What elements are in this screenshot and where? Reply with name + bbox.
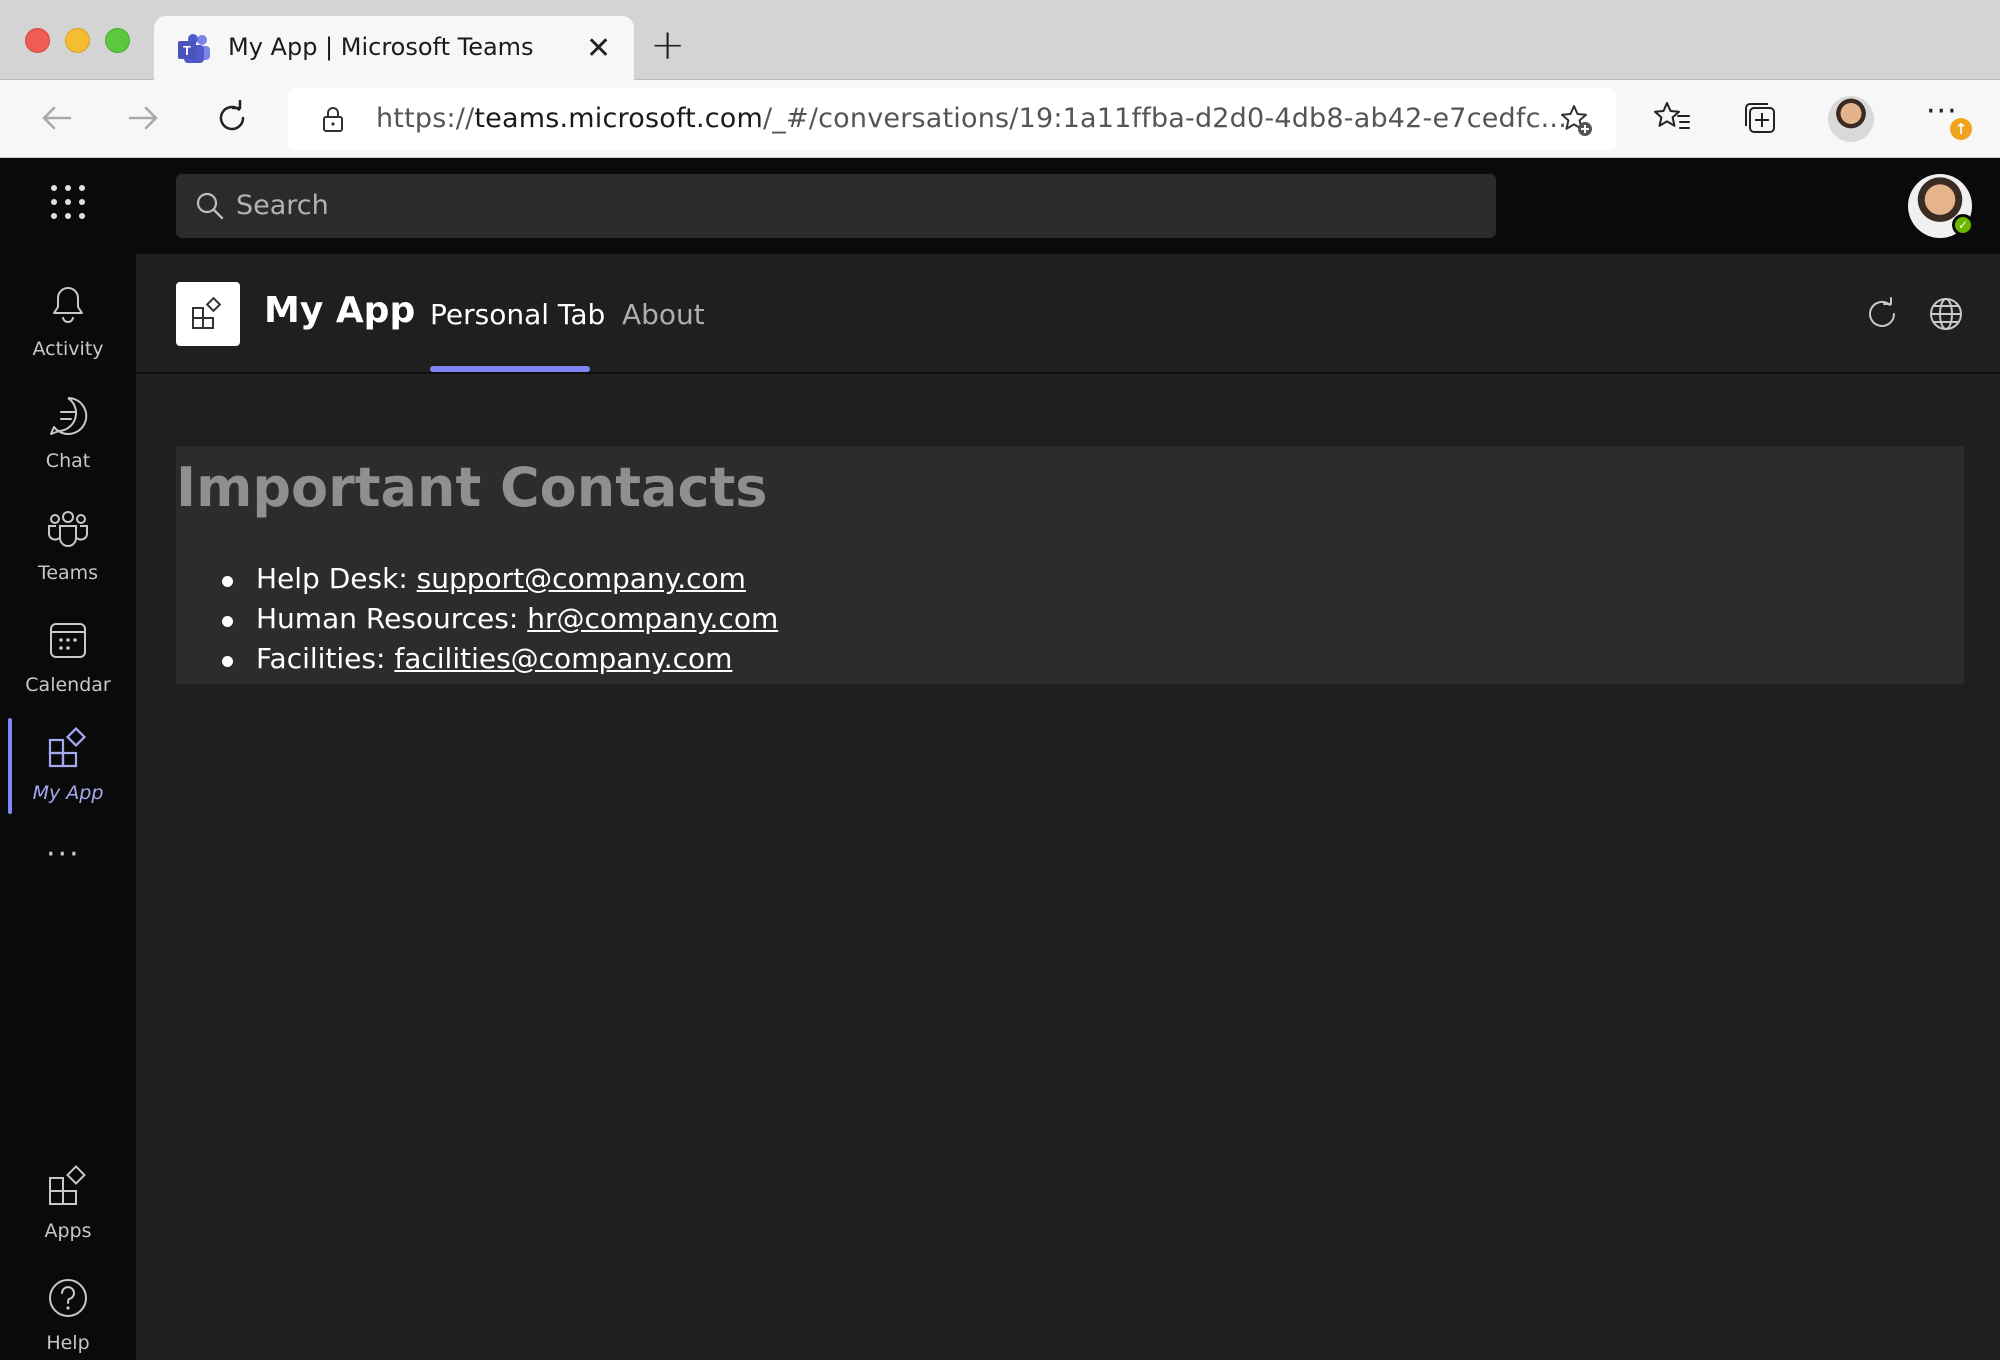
contact-email-link[interactable]: hr@company.com (527, 602, 778, 635)
rail-label-teams: Teams (37, 562, 99, 584)
rail-item-apps[interactable]: Apps (0, 1156, 136, 1256)
refresh-icon[interactable] (1864, 296, 1900, 332)
add-favorite-icon[interactable] (1558, 102, 1594, 138)
tab-about[interactable]: About (622, 298, 705, 331)
rail-label-activity: Activity (32, 338, 104, 360)
search-input[interactable]: Search (176, 174, 1496, 238)
search-icon (196, 192, 224, 220)
rail-label-my-app: My App (32, 782, 104, 804)
contact-email-link[interactable]: support@company.com (417, 562, 746, 595)
browser-tab-bar: T My App | Microsoft Teams ✕ + (0, 0, 2000, 82)
apps-icon (49, 1165, 86, 1205)
rail-label-help: Help (46, 1332, 90, 1354)
rail-label-apps: Apps (44, 1220, 92, 1242)
window-maximize-button[interactable] (105, 28, 130, 53)
app-logo-icon (192, 296, 222, 329)
presence-available-icon: ✓ (1952, 214, 1974, 236)
browser-profile-avatar[interactable] (1828, 96, 1874, 142)
rail-label-chat: Chat (45, 450, 91, 472)
rail-label-calendar: Calendar (25, 674, 111, 696)
rail-item-calendar[interactable]: Calendar (0, 610, 136, 710)
app-logo (176, 282, 240, 346)
collections-icon[interactable] (1740, 98, 1780, 138)
calendar-icon (50, 623, 86, 658)
teams-icon (48, 511, 88, 547)
update-badge-icon: ↑ (1950, 118, 1972, 140)
url-input[interactable]: https://teams.microsoft.com/_#/conversat… (288, 88, 1616, 150)
rail-item-my-app[interactable]: My App (0, 718, 136, 818)
url-host: teams.microsoft.com (474, 103, 764, 134)
contact-email-link[interactable]: facilities@company.com (394, 642, 732, 675)
globe-icon[interactable] (1928, 296, 1964, 332)
contacts-panel: Important Contacts Help Desk: support@co… (176, 446, 1964, 684)
chat-icon (50, 396, 88, 435)
browser-tab-title: My App | Microsoft Teams (228, 33, 534, 61)
rail-item-teams[interactable]: Teams (0, 498, 136, 598)
browser-tab[interactable]: T My App | Microsoft Teams ✕ (154, 16, 634, 82)
url-text: https://teams.microsoft.com/_#/conversat… (376, 103, 1567, 134)
help-icon (49, 1279, 87, 1317)
favorites-icon[interactable] (1652, 98, 1692, 138)
app-title: My App (264, 290, 416, 331)
bullet-icon (222, 656, 233, 667)
browser-address-bar: https://teams.microsoft.com/_#/conversat… (0, 80, 2000, 158)
window-close-button[interactable] (25, 28, 50, 53)
app-icon (48, 726, 87, 768)
app-launcher-icon[interactable] (48, 182, 88, 222)
teams-top-bar: Search ✓ (0, 158, 2000, 254)
bullet-icon (222, 616, 233, 627)
back-arrow-icon[interactable] (36, 98, 76, 138)
teams-logo-icon: T (178, 34, 210, 63)
more-apps-icon[interactable]: ··· (46, 840, 90, 870)
bullet-icon (222, 576, 233, 587)
url-path: /_#/conversations/19:1a11ffba-d2d0-4db8-… (763, 103, 1567, 134)
svg-text:T: T (183, 43, 191, 58)
rail-item-help[interactable]: Help (0, 1268, 136, 1360)
window-minimize-button[interactable] (65, 28, 90, 53)
tab-personal[interactable]: Personal Tab (430, 298, 605, 331)
bell-icon (53, 287, 83, 323)
page-title: Important Contacts (176, 456, 768, 519)
rail-item-chat[interactable]: Chat (0, 386, 136, 486)
new-tab-button[interactable]: + (650, 24, 685, 66)
lock-icon[interactable] (318, 104, 348, 134)
url-prefix: https:// (376, 103, 475, 134)
reload-icon[interactable] (212, 98, 252, 138)
contact-label: Human Resources: (256, 602, 528, 635)
contact-label: Help Desk: (256, 562, 417, 595)
forward-arrow-icon[interactable] (124, 98, 164, 138)
app-header: My App Personal Tab About (136, 254, 2000, 374)
active-tab-underline (430, 366, 590, 372)
rail-item-activity[interactable]: Activity (0, 274, 136, 374)
teams-left-rail: Activity Chat Teams Calendar My App ··· … (0, 254, 136, 1360)
search-placeholder: Search (236, 190, 329, 221)
close-tab-icon[interactable]: ✕ (586, 34, 611, 64)
contact-label: Facilities: (256, 642, 395, 675)
